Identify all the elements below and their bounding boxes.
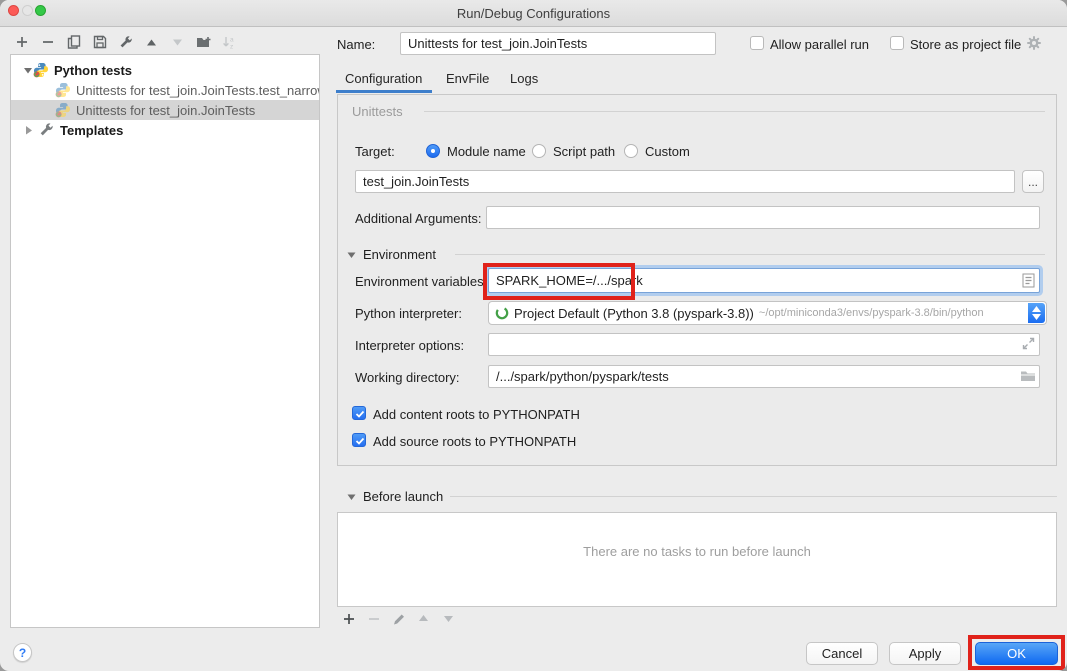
interpreter-path: ~/opt/miniconda3/envs/pyspark-3.8/bin/py… [759, 307, 984, 319]
remove-task-icon [366, 611, 381, 626]
before-launch-toolbar [341, 611, 456, 626]
svg-text:z: z [230, 43, 233, 50]
environment-separator [455, 254, 1045, 255]
before-launch-label: Before launch [363, 489, 443, 504]
before-launch-empty-text: There are no tasks to run before launch [338, 544, 1056, 559]
select-stepper-icon[interactable] [1028, 303, 1045, 323]
tree-item-label: Templates [60, 123, 123, 138]
run-debug-configurations-dialog: Run/Debug Configurations az Py [0, 0, 1067, 671]
help-button[interactable]: ? [13, 643, 32, 662]
interpreter-options-input[interactable] [488, 333, 1040, 356]
target-label: Target: [355, 144, 395, 159]
cancel-button[interactable]: Cancel [806, 642, 878, 665]
target-module-name-label: Module name [447, 144, 526, 159]
conda-env-icon [495, 306, 509, 320]
name-label: Name: [337, 37, 375, 52]
titlebar: Run/Debug Configurations [0, 0, 1067, 27]
environment-variables-input[interactable] [488, 268, 1040, 293]
templates-wrench-icon [39, 122, 55, 138]
tab-configuration[interactable]: Configuration [345, 71, 422, 86]
env-vars-browse-icon[interactable] [1022, 273, 1036, 292]
tree-item-label: Unittests for test_join.JoinTests [76, 103, 255, 118]
task-down-icon [441, 611, 456, 626]
before-launch-separator [450, 496, 1057, 497]
interpreter-value: Project Default (Python 3.8 (pyspark-3.8… [514, 306, 754, 321]
tree-item-label: Unittests for test_join.JoinTests.test_n… [76, 83, 319, 98]
python-tests-icon [33, 62, 49, 78]
expand-icon[interactable] [23, 125, 33, 135]
unittests-group-title: Unittests [352, 104, 403, 119]
sort-configurations-icon: az [222, 35, 237, 50]
browse-target-button[interactable]: ... [1022, 170, 1044, 193]
save-configuration-icon[interactable] [92, 35, 107, 50]
target-module-input[interactable] [355, 170, 1015, 193]
add-configuration-icon[interactable] [14, 35, 29, 50]
before-launch-task-list[interactable]: There are no tasks to run before launch [337, 512, 1057, 607]
task-up-icon [416, 611, 431, 626]
target-custom-label: Custom [645, 144, 690, 159]
target-script-path-label: Script path [553, 144, 615, 159]
add-source-roots-label: Add source roots to PYTHONPATH [373, 434, 576, 449]
edit-task-icon [391, 611, 406, 626]
python-interpreter-label: Python interpreter: [355, 306, 462, 321]
active-tab-indicator [336, 90, 432, 93]
environment-variables-label: Environment variables: [355, 274, 487, 289]
tree-item-label: Python tests [54, 63, 132, 78]
python-test-icon [55, 82, 71, 98]
configurations-toolbar: az [14, 33, 237, 51]
edit-templates-icon[interactable] [118, 35, 133, 50]
tree-item-unittest-jointests-selected[interactable]: Unittests for test_join.JoinTests [11, 100, 319, 120]
create-folder-icon[interactable] [196, 35, 211, 50]
working-directory-input[interactable] [488, 365, 1040, 388]
collapse-icon[interactable] [23, 65, 33, 75]
store-as-project-file-label: Store as project file [910, 37, 1021, 52]
tab-logs[interactable]: Logs [510, 71, 538, 86]
move-down-icon [170, 35, 185, 50]
store-as-project-file-checkbox[interactable] [890, 36, 904, 50]
add-source-roots-checkbox[interactable] [352, 433, 366, 447]
target-script-path-radio[interactable] [532, 144, 546, 158]
ok-button[interactable]: OK [975, 642, 1058, 665]
add-content-roots-checkbox[interactable] [352, 406, 366, 420]
tree-item-unittest-narrow[interactable]: Unittests for test_join.JoinTests.test_n… [11, 80, 319, 100]
folder-icon[interactable] [1020, 369, 1036, 386]
additional-arguments-input[interactable] [486, 206, 1040, 229]
configurations-tree: Python tests Unittests for test_join.Joi… [10, 54, 320, 628]
apply-button[interactable]: Apply [889, 642, 961, 665]
python-interpreter-select[interactable]: Project Default (Python 3.8 (pyspark-3.8… [488, 301, 1047, 325]
allow-parallel-run-label: Allow parallel run [770, 37, 869, 52]
target-custom-radio[interactable] [624, 144, 638, 158]
name-input[interactable] [400, 32, 716, 55]
group-separator [424, 111, 1045, 112]
environment-section-label: Environment [363, 247, 436, 262]
add-content-roots-label: Add content roots to PYTHONPATH [373, 407, 580, 422]
interpreter-options-label: Interpreter options: [355, 338, 464, 353]
target-module-name-radio[interactable] [426, 144, 440, 158]
tree-item-templates[interactable]: Templates [11, 120, 319, 140]
python-test-icon [55, 102, 71, 118]
additional-arguments-label: Additional Arguments: [355, 211, 481, 226]
tab-envfile[interactable]: EnvFile [446, 71, 489, 86]
remove-configuration-icon[interactable] [40, 35, 55, 50]
store-options-gear-icon[interactable] [1026, 35, 1042, 54]
copy-configuration-icon[interactable] [66, 35, 81, 50]
working-directory-label: Working directory: [355, 370, 460, 385]
window-title: Run/Debug Configurations [0, 6, 1067, 21]
collapse-icon [347, 250, 356, 259]
environment-section-header[interactable]: Environment [347, 247, 436, 262]
before-launch-header[interactable]: Before launch [347, 489, 443, 504]
collapse-icon [347, 492, 356, 501]
allow-parallel-run-checkbox[interactable] [750, 36, 764, 50]
svg-text:a: a [230, 36, 234, 43]
move-up-icon[interactable] [144, 35, 159, 50]
tree-item-python-tests[interactable]: Python tests [11, 55, 319, 80]
add-task-icon[interactable] [341, 611, 356, 626]
expand-field-icon[interactable] [1022, 337, 1035, 353]
